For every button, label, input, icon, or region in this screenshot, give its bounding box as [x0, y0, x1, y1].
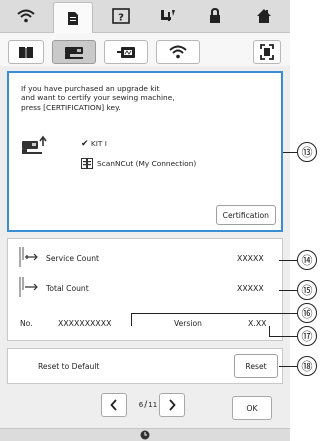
ok-button[interactable]: OK [232, 396, 272, 420]
page-slash: / [144, 400, 148, 410]
callout-13: ⑬ [297, 142, 317, 162]
wifi-icon[interactable] [6, 2, 46, 30]
certification-info-box: If you have purchased an upgrade kit and… [7, 71, 283, 232]
version-label: Version [174, 319, 202, 328]
next-page-button[interactable] [159, 393, 185, 417]
help-icon[interactable]: ? [101, 2, 141, 30]
certification-instructions: If you have purchased an upgrade kit and… [21, 84, 175, 112]
lock-icon[interactable] [195, 2, 235, 30]
needle-icon[interactable] [148, 2, 188, 30]
reset-button[interactable]: Reset [234, 354, 278, 378]
clock-icon [140, 430, 150, 440]
callout-15: ⑮ [297, 280, 317, 300]
wifi-icon[interactable] [156, 40, 200, 64]
bottom-bar [0, 428, 290, 441]
prev-page-button[interactable] [101, 393, 127, 417]
top-bar: ? [0, 0, 290, 34]
page-total: 11 [148, 401, 158, 409]
callout-18-leader [279, 366, 297, 367]
service-count-label: Service Count [46, 254, 100, 263]
embroidery-icon[interactable] [104, 40, 148, 64]
reset-row: Reset to Default Reset [7, 348, 283, 384]
settings-panel: ? If you have purchased an upgrade kit a… [0, 0, 290, 441]
service-count-value: XXXXX [237, 254, 264, 263]
scanncut-item: ScanNCut (My Connection) [81, 158, 196, 169]
mode-row [0, 33, 290, 66]
certification-button[interactable]: Certification [215, 205, 276, 225]
callout-16-leader-v [131, 313, 132, 326]
scanncut-label: ScanNCut (My Connection) [97, 159, 197, 168]
callout-17: ⑰ [297, 326, 317, 346]
scanncut-icon [81, 158, 93, 169]
machine-counts-box: Service Count XXXXX Total Count XXXXX No… [7, 238, 283, 341]
home-icon[interactable] [244, 2, 284, 30]
serial-number-value: XXXXXXXXXX [58, 319, 112, 328]
fullscreen-icon[interactable] [253, 40, 281, 64]
callout-17-leader-v [269, 326, 270, 336]
callout-14: ⑭ [297, 250, 317, 270]
serial-number-label: No. [20, 319, 33, 328]
callout-14-leader [279, 260, 297, 261]
chevron-right-icon [169, 399, 176, 411]
page-current: 6 [138, 401, 144, 409]
total-count-label: Total Count [46, 284, 89, 293]
machine-icon[interactable] [52, 40, 96, 64]
callout-18: ⑱ [297, 356, 317, 376]
svg-text:?: ? [118, 13, 124, 24]
document-icon[interactable] [53, 2, 93, 34]
checkmark-icon: ✔ [81, 139, 89, 149]
chevron-left-icon [110, 399, 117, 411]
reset-default-label: Reset to Default [38, 362, 100, 371]
callout-16-leader [131, 313, 297, 314]
service-needle-icon [17, 246, 39, 272]
kit-label: KIT I [90, 139, 107, 148]
kit-item: ✔ KIT I [81, 139, 107, 149]
callout-17-leader [269, 336, 297, 337]
version-value: X.XX [248, 319, 267, 328]
total-needle-icon [17, 276, 39, 302]
callout-13-leader [283, 152, 297, 153]
machine-upgrade-icon [21, 135, 49, 159]
callout-16: ⑯ [297, 303, 317, 323]
callout-15-leader [279, 290, 297, 291]
book-icon[interactable] [8, 40, 44, 64]
total-count-value: XXXXX [237, 284, 264, 293]
